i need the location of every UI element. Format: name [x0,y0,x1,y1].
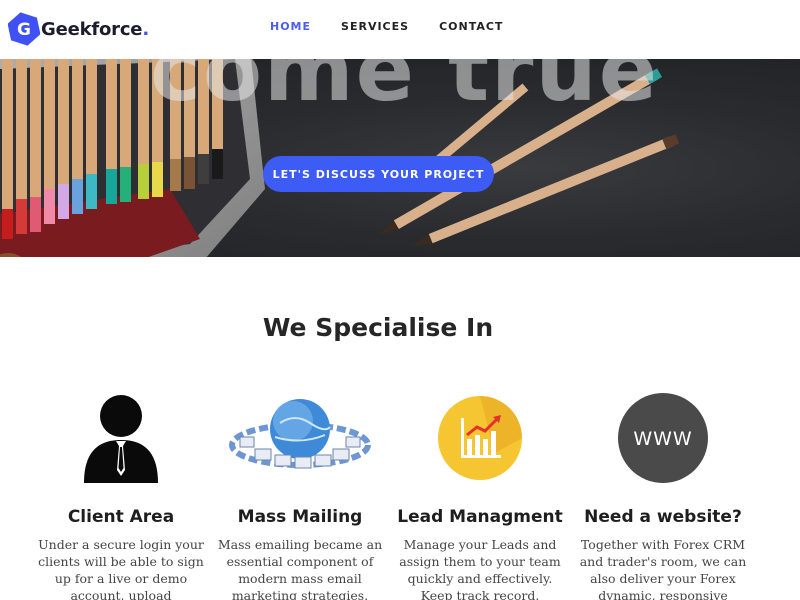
site-header: G Geekforce. HOME SERVICES CONTACT [0,0,800,59]
hero-banner: come true LET'S DISCUSS YOUR PROJECT [0,59,800,257]
card-text: Under a secure login your clients will b… [38,537,204,600]
service-card-website: WWW Need a website? Together with Forex … [573,385,753,600]
service-card-mass-mailing: Mass Mailing Mass emailing became an ess… [210,385,390,600]
discuss-project-button[interactable]: LET'S DISCUSS YOUR PROJECT [263,156,494,192]
card-text: Manage your Leads and assign them to you… [399,537,561,600]
card-title: Need a website? [584,507,742,527]
user-silhouette-icon [31,385,211,490]
logo-letter: G [17,20,31,40]
section-title: We Specialise In [262,313,494,342]
card-text: Together with Forex CRM and trader's roo… [579,537,747,600]
growth-chart-icon [390,385,570,490]
card-title: Mass Mailing [237,507,363,527]
main-nav: HOME SERVICES CONTACT [270,20,533,33]
card-text: Mass emailing became an essential compon… [217,537,383,600]
logo-text: Geekforce. [41,18,149,40]
nav-home-link[interactable]: HOME [270,20,311,33]
service-card-client-area: Client Area Under a secure login your cl… [31,385,211,600]
mass-mailing-globe-icon [210,385,390,490]
logo[interactable]: G Geekforce. [8,11,149,47]
hero-title: come true [150,59,660,121]
www-icon-text: WWW [633,428,692,450]
card-title: Client Area [67,507,175,527]
card-title: Lead Managment [397,507,563,527]
www-globe-icon: WWW [573,385,753,490]
service-card-lead-management: Lead Managment Manage your Leads and ass… [390,385,570,600]
nav-services-link[interactable]: SERVICES [341,20,409,33]
nav-contact-link[interactable]: CONTACT [439,20,503,33]
logo-hexagon-icon: G [8,11,40,47]
